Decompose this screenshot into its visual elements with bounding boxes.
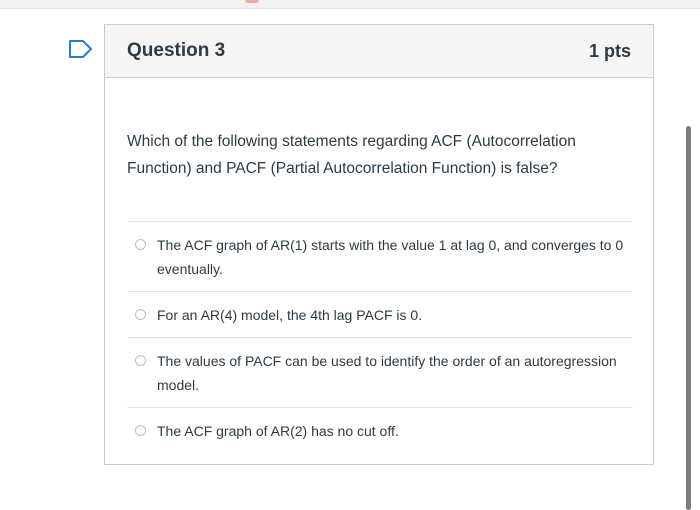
- question-title: Question 3: [127, 40, 226, 61]
- top-accent: [245, 0, 259, 3]
- top-strip: [0, 0, 700, 9]
- answer-option-4[interactable]: The ACF graph of AR(2) has no cut off.: [127, 407, 633, 453]
- question-header: Question 3 1 pts: [105, 25, 653, 78]
- radio-button[interactable]: [135, 355, 146, 366]
- question-points: 1 pts: [588, 41, 631, 61]
- answer-option-2[interactable]: For an AR(4) model, the 4th lag PACF is …: [127, 291, 633, 337]
- answer-label: For an AR(4) model, the 4th lag PACF is …: [157, 307, 423, 323]
- answer-list: The ACF graph of AR(1) starts with the v…: [127, 221, 633, 453]
- flag-question-icon[interactable]: [68, 39, 94, 59]
- answer-label: The ACF graph of AR(1) starts with the v…: [157, 237, 624, 277]
- radio-button[interactable]: [135, 239, 146, 250]
- question-card: Question 3 1 pts Which of the following …: [104, 24, 654, 465]
- question-text: Which of the following statements regard…: [127, 133, 576, 177]
- answer-option-1[interactable]: The ACF graph of AR(1) starts with the v…: [127, 221, 633, 291]
- radio-button[interactable]: [135, 425, 146, 436]
- answer-label: The values of PACF can be used to identi…: [157, 353, 617, 393]
- answer-label: The ACF graph of AR(2) has no cut off.: [157, 423, 399, 439]
- radio-button[interactable]: [135, 309, 146, 320]
- answer-option-3[interactable]: The values of PACF can be used to identi…: [127, 337, 633, 407]
- scrollbar[interactable]: [686, 126, 691, 510]
